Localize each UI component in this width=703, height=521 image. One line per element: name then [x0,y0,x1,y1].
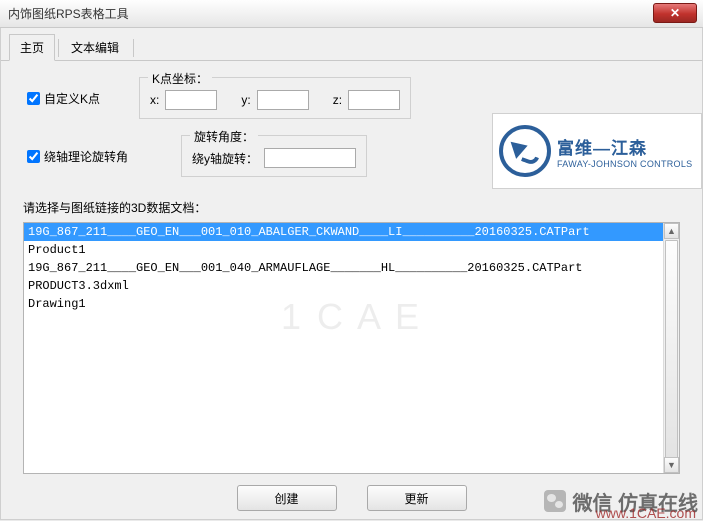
checkbox-custom-k[interactable]: 自定义K点 [23,89,129,108]
title-bar: 内饰图纸RPS表格工具 ✕ [0,0,703,28]
document-listbox[interactable]: 19G_867_211____GEO_EN___001_010_ABALGER_… [23,222,680,474]
tab-separator [133,39,134,57]
checkbox-custom-k-label: 自定义K点 [44,90,100,107]
checkbox-rotate-axis-input[interactable] [27,150,40,163]
list-item[interactable]: Drawing1 [24,295,679,313]
client-area: 主页 文本编辑 自定义K点 K点坐标： x: y: z: [0,28,703,520]
logo-text: 富维—江森 FAWAY-JOHNSON CONTROLS [557,134,692,169]
label-y: y: [241,93,250,107]
scroll-thumb[interactable] [665,240,678,458]
logo-en: FAWAY-JOHNSON CONTROLS [557,159,692,169]
window-title: 内饰图纸RPS表格工具 [8,5,129,22]
group-k-coords: K点坐标： x: y: z: [139,77,411,119]
scroll-down-button[interactable]: ▼ [664,457,679,473]
wechat-icon [544,490,566,512]
list-item[interactable]: Product1 [24,241,679,259]
label-rotate-y: 绕y轴旋转： [192,150,258,167]
tab-main[interactable]: 主页 [9,34,55,61]
list-item[interactable]: 19G_867_211____GEO_EN___001_040_ARMAUFLA… [24,259,679,277]
listbox-scrollbar[interactable]: ▲ ▼ [663,223,679,473]
group-k-legend: K点坐标： [148,70,212,87]
group-rotation: 旋转角度： 绕y轴旋转： [181,135,367,177]
input-x[interactable] [165,90,217,110]
input-y[interactable] [257,90,309,110]
input-rotate-y[interactable] [264,148,356,168]
logo-icon [499,125,551,177]
list-item[interactable]: 19G_867_211____GEO_EN___001_010_ABALGER_… [24,223,679,241]
create-button[interactable]: 创建 [237,485,337,511]
update-button[interactable]: 更新 [367,485,467,511]
tab-strip: 主页 文本编辑 [1,28,702,61]
tab-text-edit[interactable]: 文本编辑 [60,34,130,60]
list-item[interactable]: PRODUCT3.3dxml [24,277,679,295]
scroll-up-button[interactable]: ▲ [664,223,679,239]
checkbox-custom-k-input[interactable] [27,92,40,105]
input-z[interactable] [348,90,400,110]
logo-box: 富维—江森 FAWAY-JOHNSON CONTROLS [492,113,702,189]
tab-separator [58,39,59,57]
group-rotation-legend: 旋转角度： [190,128,258,145]
label-x: x: [150,93,159,107]
label-z: z: [333,93,342,107]
checkbox-rotate-axis[interactable]: 绕轴理论旋转角 [23,147,139,166]
list-label: 请选择与图纸链接的3D数据文档： [23,199,680,216]
checkbox-rotate-axis-label: 绕轴理论旋转角 [44,148,128,165]
brand-url: www.1CAE.com [596,505,696,521]
logo-cn: 富维—江森 [557,134,692,159]
tab-body-main: 自定义K点 K点坐标： x: y: z: 绕轴理论旋转角 旋转角度： 绕y [1,61,702,484]
close-button[interactable]: ✕ [653,3,697,23]
